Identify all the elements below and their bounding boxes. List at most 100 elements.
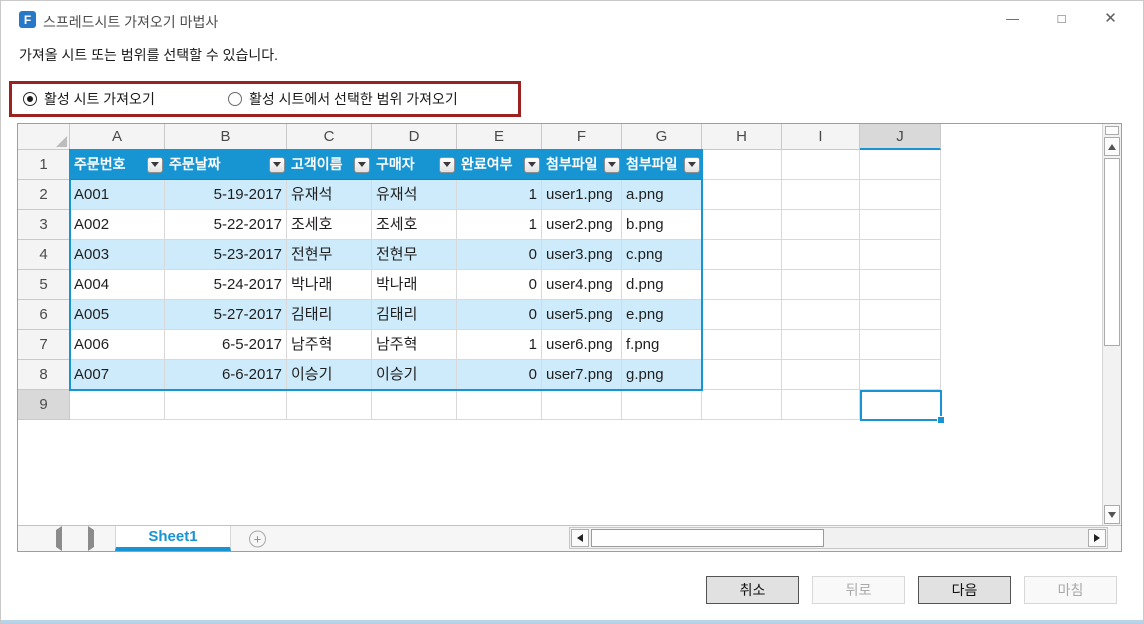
active-cell-J9[interactable] (860, 390, 942, 421)
next-button[interactable]: 다음 (918, 576, 1011, 604)
scrollbar-splitter[interactable] (1105, 126, 1119, 135)
cell-D9[interactable] (372, 390, 457, 420)
cell-A4[interactable]: A003 (70, 240, 165, 270)
radio-import-selected-range[interactable]: 활성 시트에서 선택한 범위 가져오기 (228, 84, 458, 114)
cell-B1[interactable]: 주문날짜 (165, 150, 287, 180)
scroll-up-button[interactable] (1104, 137, 1120, 156)
cell-D3[interactable]: 조세호 (372, 210, 457, 240)
cell-D4[interactable]: 전현무 (372, 240, 457, 270)
cell-I3[interactable] (782, 210, 860, 240)
cell-A3[interactable]: A002 (70, 210, 165, 240)
row-header-8[interactable]: 8 (18, 360, 70, 390)
cell-C4[interactable]: 전현무 (287, 240, 372, 270)
cell-F1[interactable]: 첨부파일 (542, 150, 622, 180)
row-header-7[interactable]: 7 (18, 330, 70, 360)
cell-D6[interactable]: 김태리 (372, 300, 457, 330)
radio-button-icon[interactable] (228, 92, 242, 106)
cell-I6[interactable] (782, 300, 860, 330)
cell-A8[interactable]: A007 (70, 360, 165, 390)
cell-I7[interactable] (782, 330, 860, 360)
cell-E4[interactable]: 0 (457, 240, 542, 270)
cell-I8[interactable] (782, 360, 860, 390)
cell-F7[interactable]: user6.png (542, 330, 622, 360)
row-header-5[interactable]: 5 (18, 270, 70, 300)
cell-I9[interactable] (782, 390, 860, 420)
finish-button[interactable]: 마침 (1024, 576, 1117, 604)
cell-J8[interactable] (860, 360, 941, 390)
cell-G1[interactable]: 첨부파일 (622, 150, 702, 180)
cell-D7[interactable]: 남주혁 (372, 330, 457, 360)
column-header-B[interactable]: B (165, 124, 287, 150)
cell-B2[interactable]: 5-19-2017 (165, 180, 287, 210)
column-header-J[interactable]: J (860, 124, 941, 150)
cell-B5[interactable]: 5-24-2017 (165, 270, 287, 300)
minimize-button[interactable]: — (988, 1, 1037, 35)
scroll-left-button[interactable] (571, 529, 589, 547)
cell-B8[interactable]: 6-6-2017 (165, 360, 287, 390)
cell-H3[interactable] (702, 210, 782, 240)
cell-G6[interactable]: e.png (622, 300, 702, 330)
cell-H5[interactable] (702, 270, 782, 300)
filter-dropdown-button[interactable] (684, 157, 700, 173)
column-header-H[interactable]: H (702, 124, 782, 150)
cell-H8[interactable] (702, 360, 782, 390)
vertical-scrollbar[interactable] (1102, 124, 1121, 525)
cell-B6[interactable]: 5-27-2017 (165, 300, 287, 330)
cell-C6[interactable]: 김태리 (287, 300, 372, 330)
cell-J2[interactable] (860, 180, 941, 210)
filter-dropdown-button[interactable] (269, 157, 285, 173)
cell-H4[interactable] (702, 240, 782, 270)
filter-dropdown-button[interactable] (147, 157, 163, 173)
cancel-button[interactable]: 취소 (706, 576, 799, 604)
fill-handle[interactable] (937, 416, 945, 424)
cell-F8[interactable]: user7.png (542, 360, 622, 390)
filter-dropdown-button[interactable] (604, 157, 620, 173)
cell-G7[interactable]: f.png (622, 330, 702, 360)
cell-I2[interactable] (782, 180, 860, 210)
filter-dropdown-button[interactable] (524, 157, 540, 173)
column-header-D[interactable]: D (372, 124, 457, 150)
cell-E1[interactable]: 완료여부 (457, 150, 542, 180)
cell-J3[interactable] (860, 210, 941, 240)
cell-G2[interactable]: a.png (622, 180, 702, 210)
cell-F2[interactable]: user1.png (542, 180, 622, 210)
cell-J1[interactable] (860, 150, 941, 180)
column-header-I[interactable]: I (782, 124, 860, 150)
cell-G3[interactable]: b.png (622, 210, 702, 240)
cell-E6[interactable]: 0 (457, 300, 542, 330)
row-header-6[interactable]: 6 (18, 300, 70, 330)
cell-A5[interactable]: A004 (70, 270, 165, 300)
cell-A9[interactable] (70, 390, 165, 420)
cell-E9[interactable] (457, 390, 542, 420)
cell-E7[interactable]: 1 (457, 330, 542, 360)
cell-E5[interactable]: 0 (457, 270, 542, 300)
radio-import-active-sheet[interactable]: 활성 시트 가져오기 (23, 84, 155, 114)
cell-C5[interactable]: 박나래 (287, 270, 372, 300)
row-header-4[interactable]: 4 (18, 240, 70, 270)
sheet-nav-next-button[interactable] (88, 530, 94, 548)
cell-H2[interactable] (702, 180, 782, 210)
cell-I1[interactable] (782, 150, 860, 180)
row-header-1[interactable]: 1 (18, 150, 70, 180)
cell-H1[interactable] (702, 150, 782, 180)
cell-C3[interactable]: 조세호 (287, 210, 372, 240)
cell-I5[interactable] (782, 270, 860, 300)
cell-E2[interactable]: 1 (457, 180, 542, 210)
grid-corner-cell[interactable] (18, 124, 70, 150)
column-header-G[interactable]: G (622, 124, 702, 150)
cell-E3[interactable]: 1 (457, 210, 542, 240)
cell-C8[interactable]: 이승기 (287, 360, 372, 390)
cell-G9[interactable] (622, 390, 702, 420)
maximize-button[interactable]: □ (1037, 1, 1086, 35)
cell-A1[interactable]: 주문번호 (70, 150, 165, 180)
vertical-scrollbar-thumb[interactable] (1104, 158, 1120, 346)
cell-C2[interactable]: 유재석 (287, 180, 372, 210)
column-header-C[interactable]: C (287, 124, 372, 150)
cell-B9[interactable] (165, 390, 287, 420)
cell-B7[interactable]: 6-5-2017 (165, 330, 287, 360)
column-header-F[interactable]: F (542, 124, 622, 150)
cell-J5[interactable] (860, 270, 941, 300)
horizontal-scrollbar-thumb[interactable] (591, 529, 824, 547)
cell-F3[interactable]: user2.png (542, 210, 622, 240)
row-header-9[interactable]: 9 (18, 390, 70, 420)
